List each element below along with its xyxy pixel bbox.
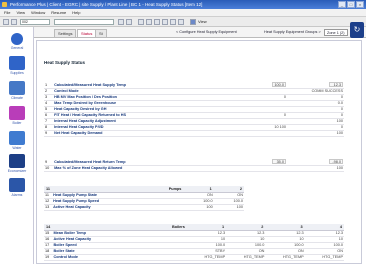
close-button[interactable]: × xyxy=(356,1,364,8)
view-button-label[interactable]: View xyxy=(198,19,207,25)
chart-icon xyxy=(11,33,23,45)
grid-icon[interactable] xyxy=(3,19,9,25)
economizer-icon xyxy=(9,154,25,168)
window-title: Performance Plus | Client - EGRC | site … xyxy=(10,2,203,7)
table-row: 19 Control Mode HTG_TEMP HTG_TEMP HTG_TEMP HT… xyxy=(44,254,344,261)
tab-extra[interactable]: St xyxy=(95,29,107,37)
toolbar: 002 View xyxy=(0,17,366,27)
title-bar: Performance Plus | Client - EGRC | site … xyxy=(0,0,366,9)
zone-selector[interactable]: Zone 1 (2) xyxy=(324,29,348,36)
refresh-icon[interactable] xyxy=(154,19,160,25)
minimize-button[interactable]: _ xyxy=(338,1,346,8)
zoom-out-icon[interactable] xyxy=(146,19,152,25)
maximize-button[interactable]: □ xyxy=(347,1,355,8)
sidebar-item-water[interactable]: Water xyxy=(4,131,30,150)
tab-status[interactable]: Status xyxy=(77,29,97,37)
settings-icon[interactable] xyxy=(162,19,168,25)
sidebar-item-climate[interactable]: Climate xyxy=(4,81,30,100)
menu-window[interactable]: Window xyxy=(31,9,45,16)
table-row: 13 Active Heat Capacity 100 100 xyxy=(44,204,244,211)
view-icon[interactable] xyxy=(190,19,196,25)
zoom-in-icon[interactable] xyxy=(138,19,144,25)
table-row: 9 Net Heat Capacity Demand 100 xyxy=(44,130,344,137)
tab-bar: Settings Status St < Configure Heat Supp… xyxy=(34,27,366,38)
configure-link[interactable]: < Configure Heat Supply Equipment xyxy=(176,29,237,36)
copy-icon[interactable] xyxy=(118,19,124,25)
sidebar-item-economizer[interactable]: Economizer xyxy=(4,154,30,173)
menu-resume[interactable]: Resume xyxy=(51,9,66,16)
page-title: Heat Supply Status xyxy=(44,60,86,65)
chart-icon[interactable] xyxy=(178,19,184,25)
location-field[interactable]: 002 xyxy=(20,19,50,25)
climate-icon xyxy=(9,81,25,95)
menu-bar: File View Window Resume Help xyxy=(0,9,366,17)
tab-settings[interactable]: Settings xyxy=(54,29,77,37)
status-table-1: 1 Calculated/Measured Heat Supply Temp 100… xyxy=(44,82,344,137)
menu-view[interactable]: View xyxy=(16,9,25,16)
boilers-table: 14 Boilers 1 2 3 4 15 Mean Boiler Temp 12.… xyxy=(44,224,344,261)
paste-icon[interactable] xyxy=(126,19,132,25)
sidebar-item-alarms[interactable]: Alarms xyxy=(4,178,30,197)
sidebar-item-boiler[interactable]: Boiler xyxy=(4,106,30,125)
boiler-icon xyxy=(9,106,25,120)
table-row: 10 Max % of Zone Heat Capacity Allowed 100 xyxy=(44,165,344,172)
refresh-icon[interactable]: ↻ xyxy=(350,22,364,38)
groups-link[interactable]: Heat Supply Equipment Groups > xyxy=(264,29,321,36)
pumps-table: 11 Pumps 1 2 11 Heat Supply Pump State ON O… xyxy=(44,186,244,211)
status-table-2: 9 Calculated/Measured Heat Return Temp 35.… xyxy=(44,159,344,172)
search-field[interactable] xyxy=(54,19,114,25)
alarm-icon xyxy=(9,178,25,192)
app-icon xyxy=(2,2,7,7)
list-icon[interactable] xyxy=(11,19,17,25)
sidebar-item-general[interactable]: General xyxy=(4,33,30,50)
water-icon xyxy=(9,131,25,145)
sidebar: General Supplies Climate Boiler Water Ec… xyxy=(0,27,34,264)
sidebar-item-supplies[interactable]: Supplies xyxy=(4,56,30,75)
supply-icon xyxy=(9,56,25,70)
print-icon[interactable] xyxy=(170,19,176,25)
menu-file[interactable]: File xyxy=(4,9,10,16)
main-panel: Heat Supply Status 1 Calculated/Measured … xyxy=(36,40,362,264)
menu-help[interactable]: Help xyxy=(72,9,80,16)
